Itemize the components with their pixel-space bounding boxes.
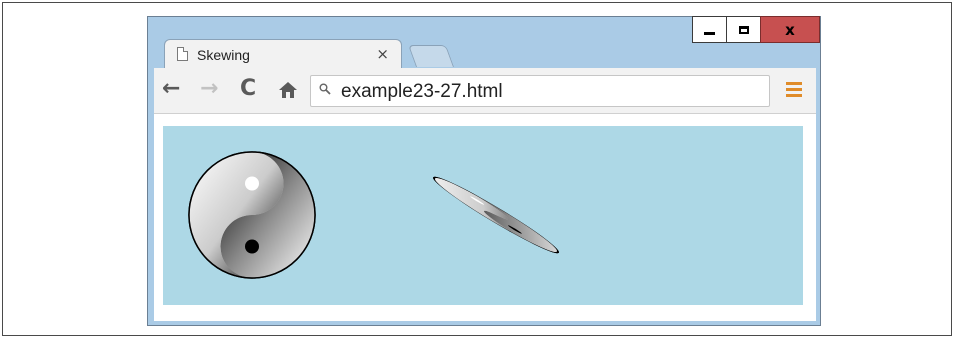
search-icon [319, 83, 331, 95]
yin-yang-symbol [188, 151, 316, 279]
back-arrow-icon[interactable]: ← [162, 77, 180, 101]
browser-toolbar: ← → C example23-27.html [154, 68, 816, 114]
forward-arrow-icon[interactable]: → [200, 77, 218, 101]
maximize-button[interactable] [726, 16, 761, 43]
address-bar[interactable]: example23-27.html [310, 75, 770, 107]
close-icon: x [785, 20, 795, 39]
reload-icon[interactable]: C [240, 77, 256, 101]
new-tab-button[interactable] [407, 45, 455, 67]
tab-skewing[interactable]: Skewing × [164, 39, 402, 69]
demo-canvas [163, 126, 803, 305]
tab-close-icon[interactable]: × [376, 45, 389, 63]
maximize-icon [738, 25, 749, 34]
minimize-icon [704, 32, 715, 35]
document-icon [177, 47, 188, 61]
minimize-button[interactable] [692, 16, 727, 43]
home-icon[interactable] [278, 80, 298, 100]
address-text: example23-27.html [341, 81, 503, 102]
browser-window: x Skewing × ← → C example23-27.html [147, 16, 821, 326]
menu-icon[interactable] [786, 82, 802, 98]
tab-title: Skewing [197, 47, 250, 63]
page-content [154, 114, 816, 321]
close-window-button[interactable]: x [760, 16, 820, 43]
window-controls: x [692, 16, 820, 44]
